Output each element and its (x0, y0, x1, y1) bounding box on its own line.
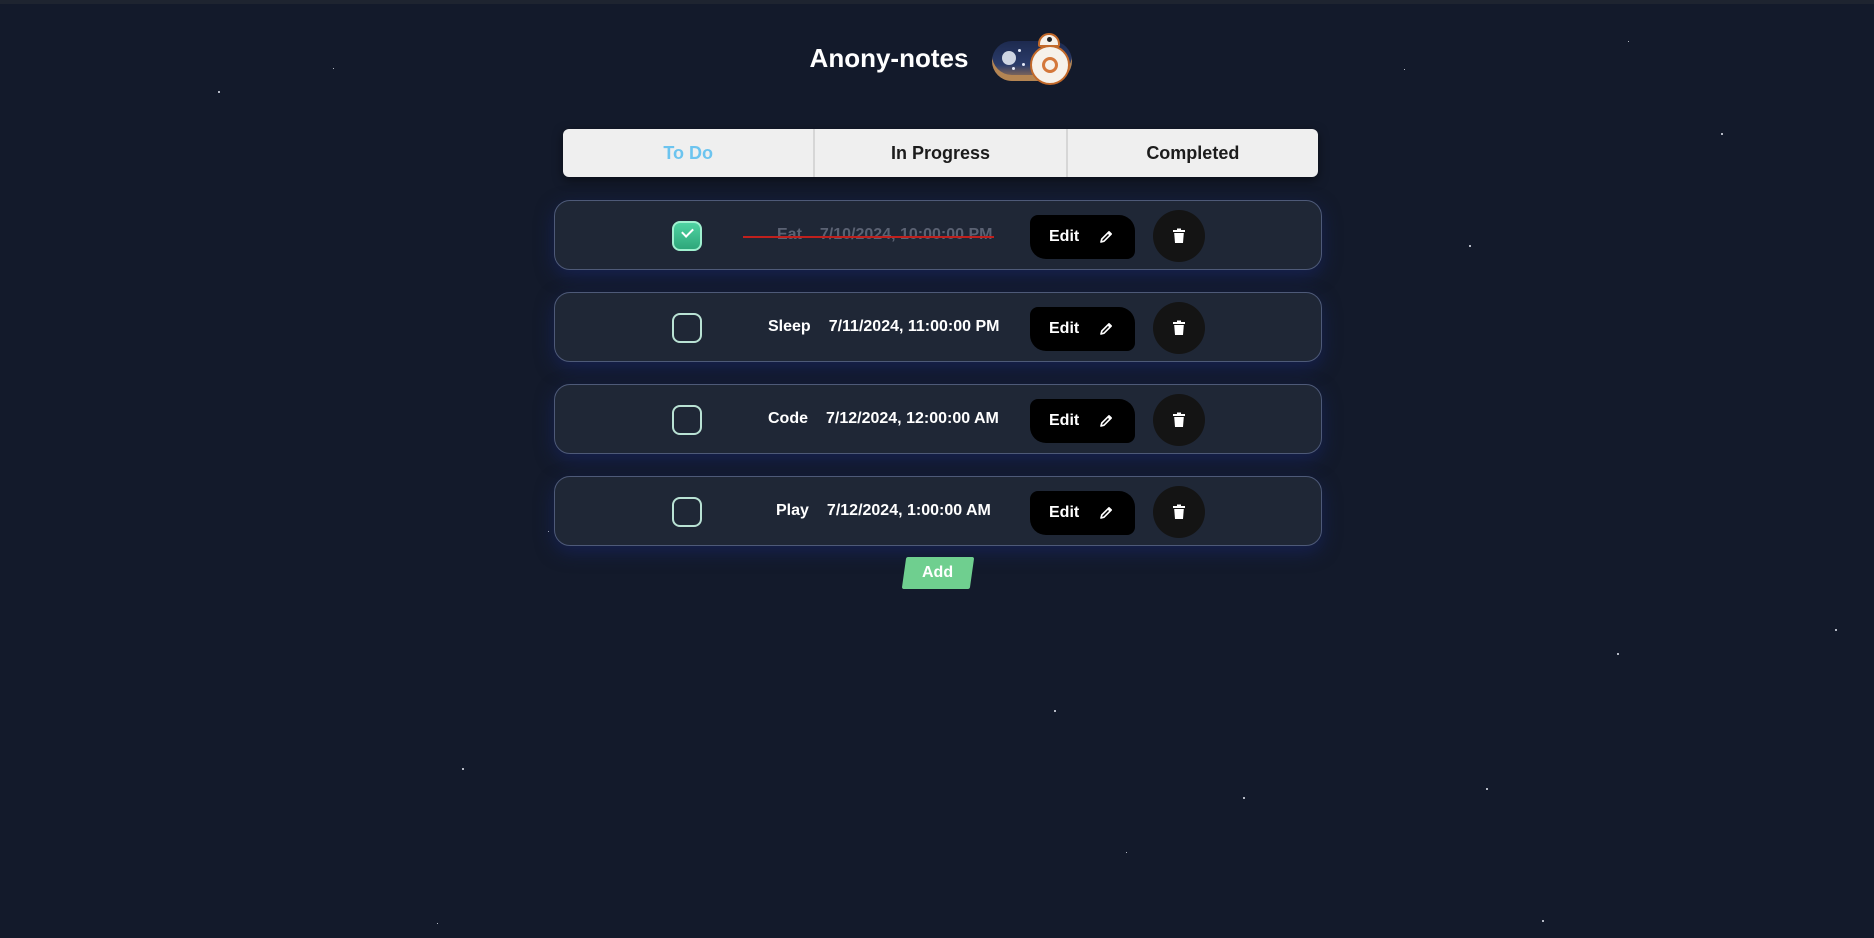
edit-label: Edit (1049, 412, 1080, 429)
pencil-icon (1100, 415, 1112, 427)
task-text: Eat 7/10/2024, 10:00:00 PM (743, 201, 995, 269)
star-dot (1012, 67, 1016, 70)
status-tabs: To Do In Progress Completed (563, 129, 1318, 177)
task-checkbox[interactable] (672, 221, 702, 251)
task-checkbox[interactable] (672, 313, 702, 343)
star (1469, 245, 1471, 247)
edit-label: Edit (1049, 228, 1080, 245)
star (1721, 133, 1723, 135)
trash-icon (1173, 504, 1185, 519)
star (1126, 852, 1127, 853)
edit-button[interactable]: Edit (1030, 399, 1135, 443)
trash-icon (1173, 412, 1185, 427)
add-label: Add (922, 564, 954, 581)
task-row: Play 7/12/2024, 1:00:00 AM Edit (554, 476, 1322, 546)
task-datetime: 7/10/2024, 10:00:00 PM (819, 226, 993, 243)
edit-button[interactable]: Edit (1030, 491, 1135, 535)
star (1486, 788, 1488, 790)
tab-to-do[interactable]: To Do (563, 129, 813, 177)
edit-label: Edit (1049, 504, 1080, 521)
bb8-body (1030, 45, 1071, 85)
bb8-head (1038, 33, 1061, 47)
add-task-button[interactable]: Add (901, 557, 975, 589)
app-title: Anony-notes (809, 42, 969, 73)
edit-label: Edit (1049, 320, 1080, 337)
pencil-icon (1100, 231, 1112, 243)
task-text: Sleep 7/11/2024, 11:00:00 PM (768, 293, 999, 361)
pencil-icon (1100, 323, 1112, 335)
task-datetime: 7/11/2024, 11:00:00 PM (828, 318, 1000, 335)
task-name: Play (776, 502, 809, 519)
task-text: Play 7/12/2024, 1:00:00 AM (776, 477, 991, 545)
task-datetime: 7/12/2024, 1:00:00 AM (826, 502, 991, 519)
bb8-ring (1042, 57, 1059, 73)
delete-button[interactable] (1153, 210, 1205, 262)
tab-completed[interactable]: Completed (1065, 129, 1318, 177)
edit-button[interactable]: Edit (1030, 307, 1135, 351)
star (548, 531, 549, 532)
checkmark-icon (681, 225, 694, 238)
task-name: Eat (777, 226, 802, 243)
task-name: Code (768, 410, 808, 427)
task-row: Code 7/12/2024, 12:00:00 AM Edit (554, 384, 1322, 454)
delete-button[interactable] (1153, 302, 1205, 354)
star-dot (1018, 49, 1022, 52)
task-row: Eat 7/10/2024, 10:00:00 PM Edit (554, 200, 1322, 270)
task-datetime: 7/12/2024, 12:00:00 AM (826, 410, 999, 427)
dark-mode-toggle-bb8-icon[interactable] (990, 31, 1074, 85)
star (437, 923, 438, 924)
trash-icon (1173, 320, 1185, 335)
star (462, 768, 464, 770)
app-header: Anony-notes (0, 28, 1874, 88)
trash-icon (1173, 228, 1185, 243)
task-checkbox[interactable] (672, 497, 702, 527)
star-dot (1022, 63, 1026, 66)
pencil-icon (1100, 507, 1112, 519)
bb8-eye (1047, 37, 1053, 42)
star (1542, 920, 1544, 922)
edit-button[interactable]: Edit (1030, 215, 1135, 259)
task-name: Sleep (768, 318, 811, 335)
delete-button[interactable] (1153, 486, 1205, 538)
star (218, 91, 220, 93)
task-checkbox[interactable] (672, 405, 702, 435)
strikethrough-line (743, 236, 995, 238)
delete-button[interactable] (1153, 394, 1205, 446)
task-text: Code 7/12/2024, 12:00:00 AM (768, 385, 999, 453)
star (1835, 629, 1837, 631)
tab-in-progress[interactable]: In Progress (813, 129, 1065, 177)
task-row: Sleep 7/11/2024, 11:00:00 PM Edit (554, 292, 1322, 362)
star (1617, 653, 1619, 655)
task-list: Eat 7/10/2024, 10:00:00 PM Edit Sleep 7/… (554, 200, 1322, 568)
star (1054, 710, 1056, 712)
star (1243, 797, 1245, 799)
